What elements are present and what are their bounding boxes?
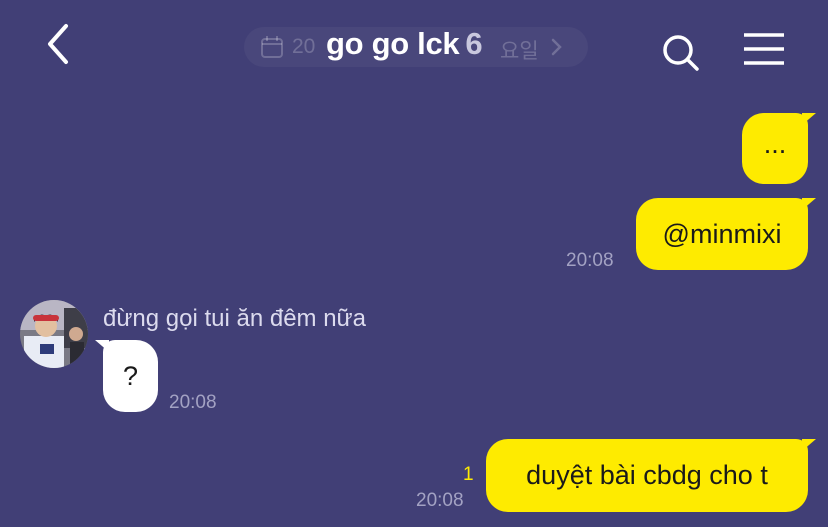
calendar-icon <box>261 36 283 58</box>
avatar-photo <box>20 300 88 368</box>
sender-name: đừng gọi tui ăn đêm nữa <box>103 305 366 332</box>
search-icon <box>663 35 699 71</box>
menu-button[interactable] <box>742 32 786 68</box>
message-timestamp: 20:08 <box>169 392 217 413</box>
outgoing-message-bubble[interactable]: ... <box>742 113 816 184</box>
message-timestamp: 20:08 <box>416 490 464 511</box>
date-pill-text-start: 20 <box>292 35 316 58</box>
sender-avatar[interactable] <box>20 300 88 368</box>
chat-header: 20 요일 go go lck 6 <box>0 0 828 92</box>
chat-room-name: go go lck <box>326 26 460 61</box>
message-timestamp: 20:08 <box>566 250 614 271</box>
outgoing-message-bubble[interactable]: @minmixi <box>636 198 816 270</box>
hamburger-menu-icon <box>744 33 784 65</box>
search-button[interactable] <box>660 32 702 74</box>
message-text: ... <box>763 129 787 159</box>
back-arrow-icon <box>48 24 68 64</box>
unread-count: 1 <box>463 464 474 485</box>
message-text: @minmixi <box>662 218 782 249</box>
back-button[interactable] <box>38 20 82 70</box>
incoming-message-bubble[interactable]: ? <box>95 340 158 412</box>
message-text: duyệt bài cbdg cho t <box>526 460 768 490</box>
member-count: 6 <box>465 26 483 61</box>
chevron-right-icon <box>551 38 562 56</box>
outgoing-message-bubble[interactable]: duyệt bài cbdg cho t <box>486 439 816 512</box>
chat-title: go go lck 6 <box>326 26 483 62</box>
message-text: ? <box>122 360 139 391</box>
date-pill-text-end: 요일 <box>500 40 539 63</box>
